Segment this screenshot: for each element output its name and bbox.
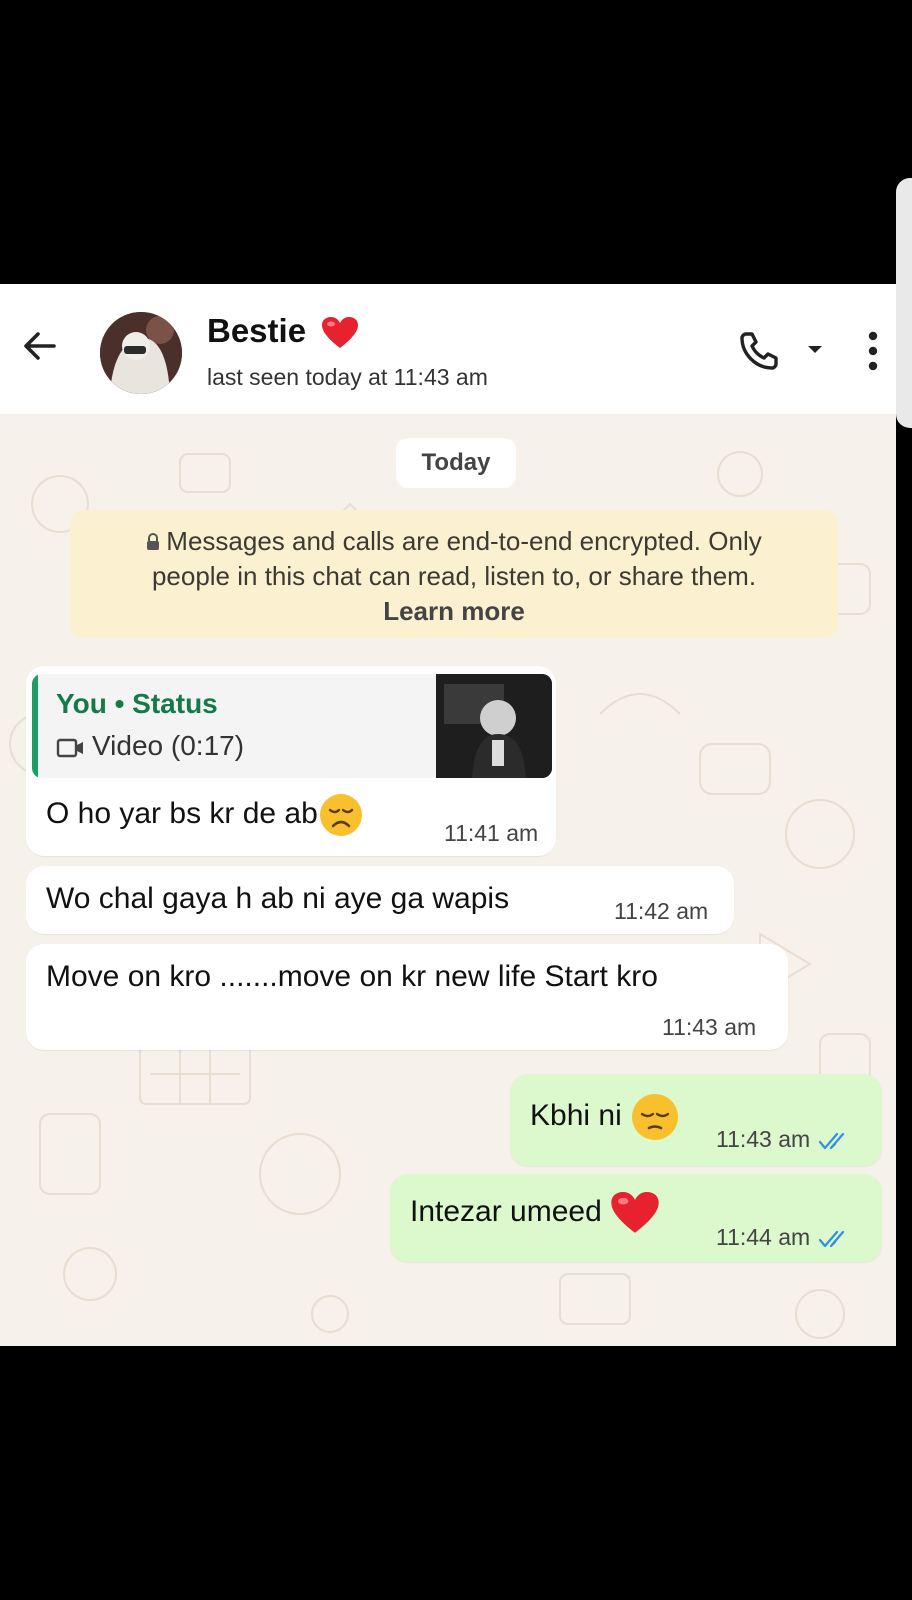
encryption-line-1-text: Messages and calls are end-to-end encryp… xyxy=(166,526,762,556)
encryption-notice[interactable]: Messages and calls are end-to-end encryp… xyxy=(70,510,838,638)
status-video-thumbnail xyxy=(436,674,552,778)
contact-name[interactable]: Bestie xyxy=(207,312,359,350)
chat-area: Today Messages and calls are end-to-end … xyxy=(0,414,896,1346)
more-vert-icon[interactable] xyxy=(866,330,880,372)
message-time: 11:43 am xyxy=(662,1014,757,1040)
chat-header: Bestie last seen today at 11:43 am xyxy=(0,284,896,414)
message-bubble-incoming[interactable]: You • Status Video (0:17) O ho yar bs kr… xyxy=(26,666,556,856)
pensive-face-emoji xyxy=(632,1094,679,1140)
double-tick-icon xyxy=(819,1230,845,1248)
message-bubble-incoming[interactable]: Move on kro .......move on kr new life S… xyxy=(26,944,788,1050)
message-text: Move on kro .......move on kr new life S… xyxy=(46,960,658,993)
message-time-text: 11:44 am xyxy=(716,1224,811,1250)
encryption-line-2: people in this chat can read, listen to,… xyxy=(151,561,757,591)
message-time: 11:43 am xyxy=(716,1126,852,1153)
reply-subtitle-text: Video (0:17) xyxy=(92,730,245,761)
message-text: Intezar umeed xyxy=(410,1190,660,1236)
side-scroll-handle xyxy=(896,178,912,428)
last-seen-status: last seen today at 11:43 am xyxy=(207,364,488,390)
message-text: Kbhi ni xyxy=(530,1092,680,1142)
message-time: 11:44 am xyxy=(716,1224,852,1251)
lock-icon xyxy=(147,533,160,550)
contact-name-text: Bestie xyxy=(207,312,307,349)
message-text: Wo chal gaya h ab ni aye ga wapis xyxy=(46,882,510,915)
back-arrow-icon[interactable] xyxy=(18,324,62,368)
avatar[interactable] xyxy=(100,312,182,394)
encryption-line-1: Messages and calls are end-to-end encryp… xyxy=(70,524,838,559)
date-divider: Today xyxy=(396,438,516,488)
double-tick-icon xyxy=(819,1132,845,1150)
reply-subtitle: Video (0:17) xyxy=(56,730,244,762)
disappointed-face-emoji xyxy=(319,794,362,836)
message-text-content: Kbhi ni xyxy=(530,1098,622,1132)
red-heart-emoji xyxy=(611,1191,659,1233)
reply-title: You • Status xyxy=(56,688,218,719)
red-heart-icon xyxy=(322,317,359,349)
message-time: 11:42 am xyxy=(614,898,709,924)
message-time-text: 11:43 am xyxy=(716,1126,811,1152)
chat-screen: Bestie last seen today at 11:43 am Today… xyxy=(0,284,896,1346)
dropdown-icon[interactable] xyxy=(806,340,824,358)
message-text: O ho yar bs kr de ab xyxy=(46,792,364,838)
learn-more-link[interactable]: Learn more xyxy=(70,594,838,629)
message-text-content: Intezar umeed xyxy=(410,1194,602,1228)
message-bubble-outgoing[interactable]: Intezar umeed 11:44 am xyxy=(390,1174,882,1262)
quoted-status-reply[interactable]: You • Status Video (0:17) xyxy=(32,674,552,778)
message-bubble-incoming[interactable]: Wo chal gaya h ab ni aye ga wapis 11:42 … xyxy=(26,866,734,934)
message-bubble-outgoing[interactable]: Kbhi ni 11:43 am xyxy=(510,1074,882,1166)
message-time: 11:41 am xyxy=(444,820,539,846)
video-icon xyxy=(56,738,83,758)
message-text-content: O ho yar bs kr de ab xyxy=(46,796,318,830)
reply-accent-bar xyxy=(32,674,38,778)
phone-icon[interactable] xyxy=(738,328,782,372)
